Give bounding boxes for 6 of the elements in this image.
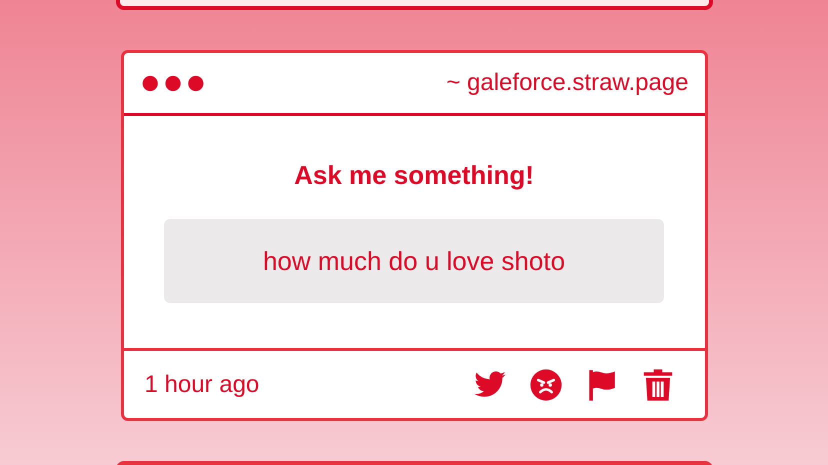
angry-face-icon[interactable] bbox=[528, 368, 562, 402]
dots-icon[interactable] bbox=[140, 74, 204, 92]
page-address: ~ galeforce.straw.page bbox=[446, 69, 688, 97]
timestamp: 1 hour ago bbox=[144, 370, 260, 398]
question-text: how much do u love shoto bbox=[164, 219, 664, 303]
card-heading: Ask me something! bbox=[294, 160, 534, 191]
